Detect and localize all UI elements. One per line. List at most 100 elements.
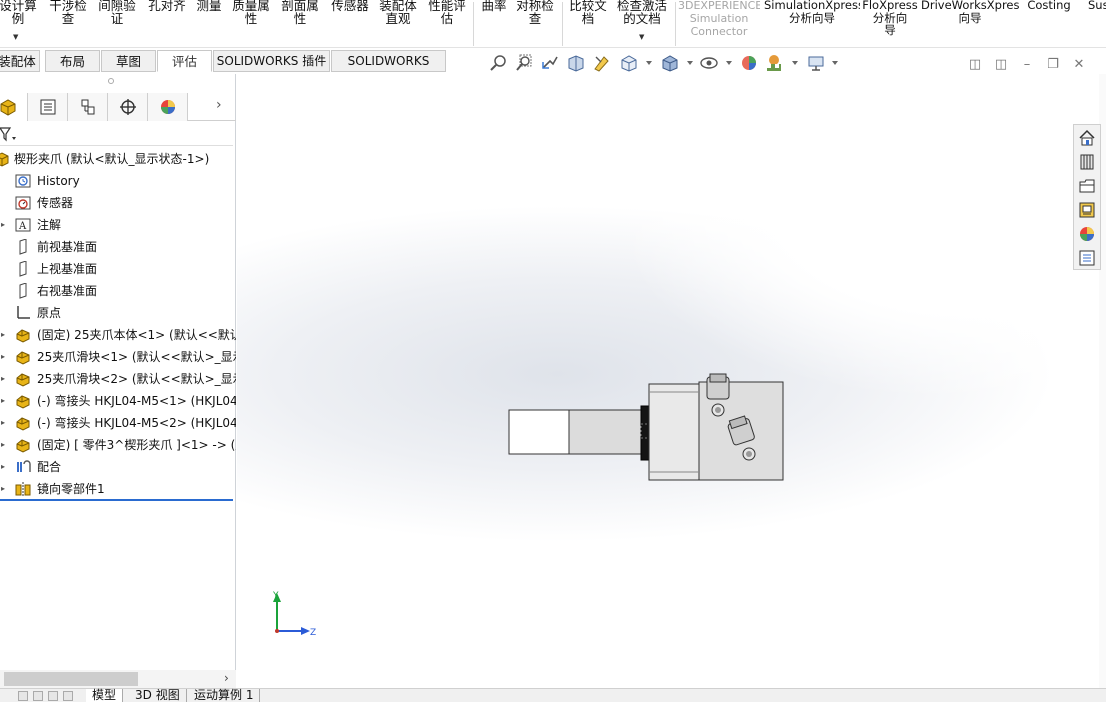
chevron-down-icon[interactable] [832, 61, 838, 65]
floxpress-button[interactable]: FloXpress 分析向 导 [862, 0, 918, 37]
chevron-right-icon[interactable]: ▸ [1, 324, 5, 346]
measure-button[interactable]: 测量 [193, 0, 225, 12]
symmetry-check-button[interactable]: 对称检 查 [513, 0, 557, 25]
tree-item-front-plane[interactable]: 前视基准面 [0, 236, 236, 258]
tree-item-component[interactable]: ▸ (固定) [ 零件3^楔形夹爪 ]<1> -> (默 [0, 434, 236, 456]
costing-button[interactable]: Costing [1022, 0, 1076, 12]
curvature-button[interactable]: 曲率 [478, 0, 510, 12]
home-icon[interactable] [1076, 127, 1098, 149]
chevron-right-icon[interactable]: ▸ [1, 346, 5, 368]
rollback-bar[interactable] [0, 499, 233, 501]
tile-left-icon[interactable]: ◫ [968, 58, 982, 72]
tree-item-component[interactable]: ▸ (-) 弯接头 HKJL04-M5<1> (HKJL04 [0, 390, 236, 412]
tab-solidworks-mbd[interactable]: SOLIDWORKS MBD [331, 50, 446, 89]
section-view-icon[interactable] [566, 53, 586, 73]
chevron-right-icon[interactable]: ▸ [1, 412, 5, 434]
first-tab-icon[interactable] [18, 691, 28, 701]
tree-item-mirror-component[interactable]: ▸ 镜向零部件1 [0, 478, 236, 500]
filter-icon[interactable] [0, 126, 18, 142]
tree-item-component[interactable]: ▸ (固定) 25夹爪本体<1> (默认<<默认 [0, 324, 236, 346]
tree-item-component[interactable]: ▸ 25夹爪滑块<2> (默认<<默认>_显示 [0, 368, 236, 390]
clearance-verification-button[interactable]: 间隙验 证 [95, 0, 139, 25]
tree-root[interactable]: 楔形夹爪 (默认<默认_显示状态-1>) [0, 148, 236, 170]
tree-item-sensors[interactable]: 传感器 [0, 192, 236, 214]
panel-splitter-handle[interactable] [108, 78, 114, 84]
tab-displaymanager[interactable] [148, 93, 188, 121]
edit-appearance-icon[interactable] [739, 53, 759, 73]
tab-layout[interactable]: 布局 [45, 50, 100, 72]
assembly-visualization-button[interactable]: 装配体 直观 [376, 0, 420, 25]
chevron-down-icon[interactable] [792, 61, 798, 65]
chevron-right-icon[interactable]: ▸ [1, 368, 5, 390]
tab-configurationmanager[interactable] [68, 93, 108, 121]
apply-scene-icon[interactable] [764, 53, 784, 73]
gripper-model[interactable] [507, 372, 787, 484]
tree-item-history[interactable]: History [0, 170, 236, 192]
previous-view-icon[interactable] [540, 53, 560, 73]
tab-sketch[interactable]: 草图 [101, 50, 156, 72]
compare-documents-button[interactable]: 比较文 档 [566, 0, 610, 25]
zoom-to-fit-icon[interactable] [488, 53, 508, 73]
tab-evaluate[interactable]: 评估 [157, 50, 212, 72]
chevron-down-icon[interactable] [646, 61, 652, 65]
design-study-button[interactable]: 设计算 例 [0, 0, 40, 25]
driveworksxpress-button[interactable]: DriveWorksXpress 向导 [921, 0, 1019, 24]
tile-right-icon[interactable]: ◫ [994, 58, 1008, 72]
previous-tab-icon[interactable] [33, 691, 43, 701]
chevron-right-icon[interactable]: ▸ [1, 390, 5, 412]
graphics-area[interactable]: Y Z [237, 74, 1099, 688]
view-palette-icon[interactable] [1076, 199, 1098, 221]
tree-item-annotations[interactable]: ▸ A 注解 [0, 214, 236, 236]
file-explorer-icon[interactable] [1076, 175, 1098, 197]
chevron-down-icon[interactable]: ▼ [13, 33, 18, 41]
next-tab-icon[interactable] [48, 691, 58, 701]
tab-assembly[interactable]: 装配体 [0, 50, 40, 72]
mass-properties-button[interactable]: 质量属 性 [229, 0, 273, 25]
chevron-right-icon[interactable]: ▸ [1, 434, 5, 456]
chevron-down-icon[interactable]: ▼ [639, 33, 644, 41]
chevron-right-icon[interactable]: ▸ [1, 456, 5, 478]
tree-item-mates[interactable]: ▸ 配合 [0, 456, 236, 478]
design-library-icon[interactable] [1076, 151, 1098, 173]
sustainability-button[interactable]: Sus [1088, 0, 1106, 12]
check-active-document-button[interactable]: 检查激活 的文档 [614, 0, 670, 25]
tab-propertymanager[interactable] [28, 93, 68, 121]
chevron-down-icon[interactable] [687, 61, 693, 65]
tree-item-origin[interactable]: 原点 [0, 302, 236, 324]
tab-dimxpertmanager[interactable] [108, 93, 148, 121]
tab-model[interactable]: 模型 [86, 689, 124, 702]
horizontal-scrollbar-thumb[interactable] [4, 672, 138, 686]
restore-icon[interactable]: ❐ [1046, 58, 1060, 72]
tab-featuremanager[interactable] [0, 93, 28, 121]
view-orientation-icon[interactable] [619, 53, 639, 73]
dynamic-annotation-view-icon[interactable] [592, 53, 612, 73]
tree-item-top-plane[interactable]: 上视基准面 [0, 258, 236, 280]
3dx-simulation-connector-button[interactable]: 3DEXPERIENCE Simulation Connector [678, 0, 760, 38]
tab-motion-study[interactable]: 运动算例 1 [188, 689, 261, 702]
appearances-icon[interactable] [1076, 223, 1098, 245]
chevron-down-icon[interactable] [726, 61, 732, 65]
zoom-to-area-icon[interactable] [514, 53, 534, 73]
tree-item-right-plane[interactable]: 右视基准面 [0, 280, 236, 302]
performance-evaluation-button[interactable]: 性能评 估 [425, 0, 469, 25]
tab-3d-view[interactable]: 3D 视图 [129, 689, 187, 702]
interference-check-button[interactable]: 干涉检 查 [46, 0, 90, 25]
hole-alignment-button[interactable]: 孔对齐 [144, 0, 190, 12]
custom-properties-icon[interactable] [1076, 247, 1098, 269]
chevron-right-icon[interactable]: › [224, 671, 229, 685]
tree-item-component[interactable]: ▸ (-) 弯接头 HKJL04-M5<2> (HKJL04 [0, 412, 236, 434]
chevron-right-icon[interactable]: › [216, 97, 222, 113]
tree-item-component[interactable]: ▸ 25夹爪滑块<1> (默认<<默认>_显示 [0, 346, 236, 368]
chevron-right-icon[interactable]: ▸ [1, 214, 5, 236]
last-tab-icon[interactable] [63, 691, 73, 701]
close-icon[interactable]: ✕ [1072, 58, 1086, 72]
hide-show-items-icon[interactable] [699, 53, 719, 73]
view-settings-icon[interactable] [806, 53, 826, 73]
minimize-icon[interactable]: – [1020, 58, 1034, 72]
sensor-button[interactable]: 传感器 [327, 0, 373, 12]
chevron-right-icon[interactable]: ▸ [1, 478, 5, 500]
tree-filter[interactable] [0, 122, 233, 146]
simulationxpress-button[interactable]: SimulationXpress 分析向导 [764, 0, 860, 24]
section-properties-button[interactable]: 剖面属 性 [278, 0, 322, 25]
tab-solidworks-addins[interactable]: SOLIDWORKS 插件 [213, 50, 330, 72]
